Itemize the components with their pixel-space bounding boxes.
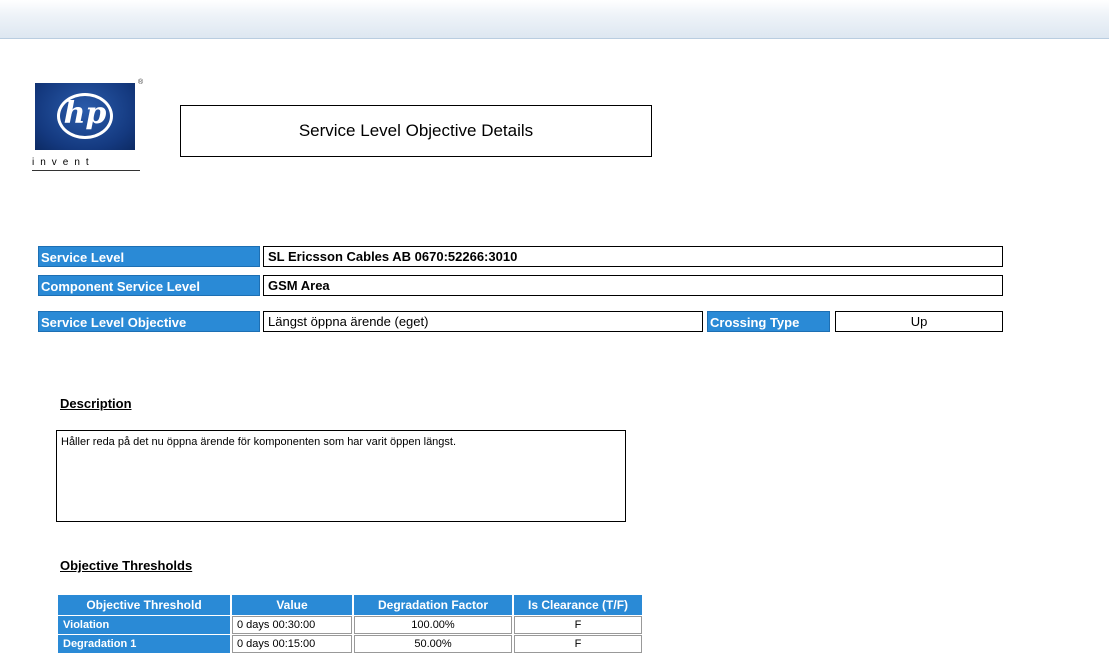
column-header: Degradation Factor xyxy=(354,595,512,615)
registered-mark: ® xyxy=(138,79,144,86)
degradation-factor: 50.00% xyxy=(354,635,512,653)
service-level-value: SL Ericsson Cables AB 0670:52266:3010 xyxy=(263,246,1003,267)
threshold-name: Violation xyxy=(58,616,230,634)
component-service-level-value: GSM Area xyxy=(263,275,1003,296)
is-clearance: F xyxy=(514,635,642,653)
column-header: Value xyxy=(232,595,352,615)
degradation-factor: 100.00% xyxy=(354,616,512,634)
table-header-row: Objective Threshold Value Degradation Fa… xyxy=(58,595,642,615)
description-heading: Description xyxy=(60,396,132,411)
component-service-level-label: Component Service Level xyxy=(38,275,260,296)
description-text: Håller reda på det nu öppna ärende för k… xyxy=(56,430,626,522)
hp-logo: hp ® invent xyxy=(32,79,143,173)
service-level-objective-label: Service Level Objective xyxy=(38,311,260,332)
crossing-type-label: Crossing Type xyxy=(707,311,830,332)
page-title: Service Level Objective Details xyxy=(180,105,652,157)
column-header: Is Clearance (T/F) xyxy=(514,595,642,615)
crossing-type-value: Up xyxy=(835,311,1003,332)
hp-logo-text: hp xyxy=(63,96,107,131)
table-row: Degradation 1 0 days 00:15:00 50.00% F xyxy=(58,635,642,653)
threshold-name: Degradation 1 xyxy=(58,635,230,653)
service-level-label: Service Level xyxy=(38,246,260,267)
is-clearance: F xyxy=(514,616,642,634)
objective-thresholds-table: Objective Threshold Value Degradation Fa… xyxy=(56,594,644,654)
table-row: Violation 0 days 00:30:00 100.00% F xyxy=(58,616,642,634)
threshold-value: 0 days 00:30:00 xyxy=(232,616,352,634)
service-level-objective-value: Längst öppna ärende (eget) xyxy=(263,311,703,332)
top-banner xyxy=(0,0,1109,39)
hp-logo-badge: hp xyxy=(35,83,135,150)
column-header: Objective Threshold xyxy=(58,595,230,615)
threshold-value: 0 days 00:15:00 xyxy=(232,635,352,653)
hp-logo-tagline: invent xyxy=(32,157,140,171)
objective-thresholds-heading: Objective Thresholds xyxy=(60,558,193,573)
